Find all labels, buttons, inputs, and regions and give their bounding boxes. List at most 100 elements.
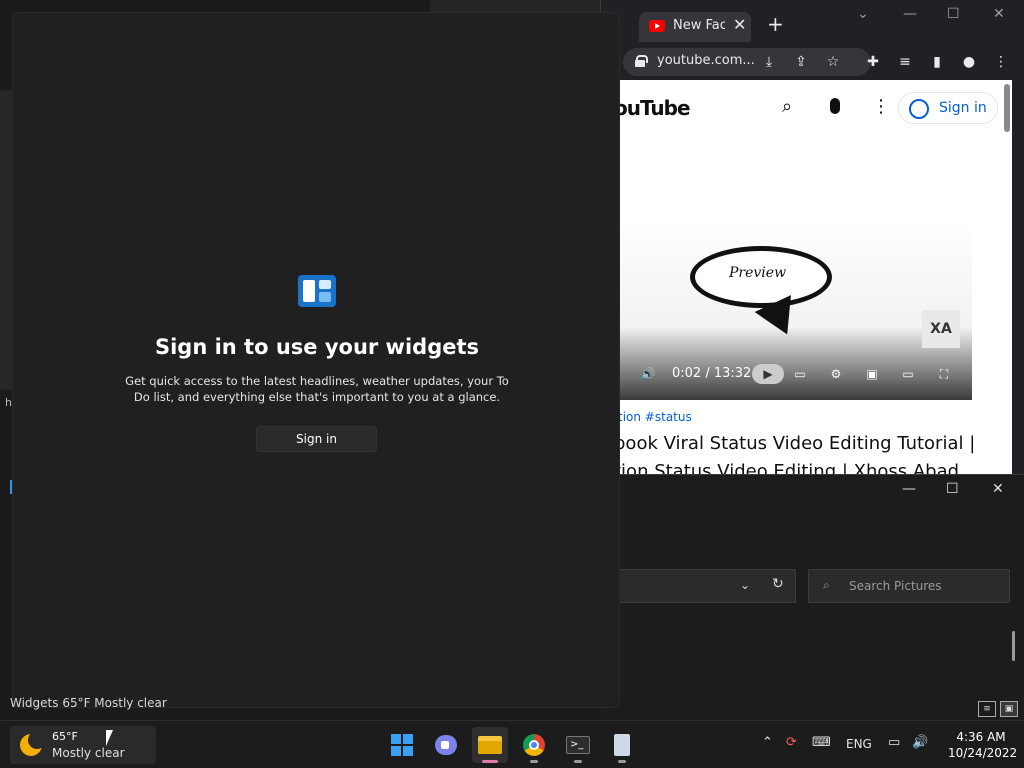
widgets-panel: Sign in to use your widgets Get quick ac…: [12, 12, 620, 708]
volume-icon[interactable]: 🔊: [912, 735, 928, 750]
explorer-scrollbar[interactable]: [1012, 631, 1015, 661]
extensions-icon[interactable]: ✚: [863, 52, 883, 72]
clock[interactable]: 4:36 AM 10/24/2022: [948, 729, 1017, 761]
chrome-tab[interactable]: New Face ✕: [639, 12, 751, 42]
video-player[interactable]: Preview XA 🔊 0:02 / 13:32 ▶ ▭ ⚙ ▣ ▭ ⛶: [620, 218, 972, 400]
widgets-tooltip: Widgets 65°F Mostly clear: [10, 696, 167, 710]
weather-condition: Mostly clear: [52, 746, 125, 760]
terminal-icon: >_: [566, 736, 590, 754]
preview-text: Preview: [729, 265, 787, 281]
widgets-icon-part: [319, 292, 331, 302]
video-hashtags[interactable]: tion #status: [620, 410, 692, 424]
share-icon[interactable]: ⇪: [791, 52, 811, 72]
tiles-view-icon[interactable]: ▣: [1000, 701, 1018, 717]
miniplayer-icon[interactable]: ▣: [862, 364, 882, 384]
chevron-down-icon[interactable]: ⌄: [740, 578, 750, 592]
new-tab-icon[interactable]: +: [767, 12, 784, 36]
explorer-maximize-icon[interactable]: ☐: [946, 481, 959, 497]
youtube-logo[interactable]: ouTube: [620, 96, 691, 120]
clock-time: 4:36 AM: [956, 730, 1006, 744]
close-icon[interactable]: ✕: [993, 6, 1005, 22]
bookmark-star-icon[interactable]: ☆: [823, 52, 843, 72]
weather-widget-button[interactable]: 65°F Mostly clear: [10, 726, 156, 764]
account-icon: [909, 99, 929, 119]
widgets-icon-part: [319, 280, 331, 289]
moon-icon: [20, 731, 46, 756]
explorer-address-bar[interactable]: ⌄ ↻: [600, 569, 796, 603]
theater-mode-icon[interactable]: ▭: [898, 364, 918, 384]
video-controls: 🔊 0:02 / 13:32 ▶ ▭ ⚙ ▣ ▭ ⛶: [620, 358, 972, 390]
page-scrollbar[interactable]: [1004, 84, 1010, 132]
notepad-icon: [614, 734, 630, 756]
video-title-line1: book Viral Status Video Editing Tutorial…: [620, 433, 976, 454]
background-window-edge: [0, 90, 12, 390]
lock-icon[interactable]: [635, 55, 648, 67]
youtube-page: ouTube ⌕ ⋮ Sign in Preview XA 🔊 0:02 / 1…: [620, 80, 1012, 474]
details-view-icon[interactable]: ≡: [978, 701, 996, 717]
windows-logo-pane: [391, 734, 401, 744]
desktop: h New Face ✕ + ⌄ — ☐ ✕ youtube.com... ⤓ …: [0, 0, 1024, 768]
network-icon[interactable]: ▭: [888, 735, 900, 750]
search-icon[interactable]: ⌕: [782, 96, 792, 117]
video-time: 0:02 / 13:32: [672, 366, 752, 381]
teams-chat-button[interactable]: [428, 727, 464, 763]
chrome-menu-icon[interactable]: ⋮: [991, 52, 1011, 72]
minimize-icon[interactable]: —: [903, 6, 917, 22]
chrome-taskbar-button[interactable]: [516, 727, 552, 763]
widgets-description: Get quick access to the latest headlines…: [125, 374, 509, 404]
start-button[interactable]: [384, 727, 420, 763]
search-icon: ⌕: [823, 578, 830, 592]
chrome-tab-title: New Face: [673, 18, 725, 33]
side-panel-icon[interactable]: ▮: [927, 52, 947, 72]
file-explorer-button[interactable]: [472, 727, 508, 763]
notepad-button[interactable]: [604, 727, 640, 763]
explorer-search-box[interactable]: ⌕ Search Pictures: [808, 569, 1010, 603]
camera-glyph: [441, 741, 449, 749]
tab-search-icon[interactable]: ⌄: [857, 6, 869, 22]
weather-temperature: 65°F: [52, 730, 78, 743]
refresh-icon[interactable]: ↻: [772, 576, 784, 592]
tab-close-icon[interactable]: ✕: [733, 15, 746, 34]
widgets-title: Sign in to use your widgets: [154, 335, 480, 359]
explorer-close-icon[interactable]: ✕: [992, 481, 1004, 497]
video-title: book Viral Status Video Editing Tutorial…: [620, 430, 975, 474]
file-explorer-window: — ☐ ✕ ⌄ ↻ ⌕ Search Pictures ≡ ▣: [600, 474, 1024, 720]
language-indicator[interactable]: ENG: [846, 737, 872, 751]
keyboard-icon[interactable]: ⌨: [812, 735, 831, 750]
show-hidden-icons-icon[interactable]: ⌃: [762, 735, 773, 750]
running-indicator: [574, 760, 582, 763]
sync-icon[interactable]: ⟳: [786, 735, 797, 750]
widgets-icon-part: [303, 280, 315, 302]
maximize-icon[interactable]: ☐: [947, 6, 960, 22]
chrome-tab-bar: New Face ✕ + ⌄ — ☐ ✕: [601, 0, 1024, 46]
more-options-icon[interactable]: ⋮: [872, 96, 890, 117]
install-icon[interactable]: ⤓: [759, 52, 779, 72]
autoplay-toggle[interactable]: ▶: [752, 364, 784, 384]
explorer-minimize-icon[interactable]: —: [902, 481, 916, 497]
mouse-cursor: [106, 730, 113, 746]
translate-icon[interactable]: XA: [922, 310, 960, 348]
profile-icon[interactable]: ●: [959, 52, 979, 72]
youtube-signin-label: Sign in: [939, 100, 987, 116]
preview-speech-bubble: Preview: [690, 246, 832, 308]
windows-logo-pane: [391, 746, 401, 756]
address-url: youtube.com...: [657, 53, 755, 68]
chrome-icon-center: [529, 740, 539, 750]
youtube-signin-button[interactable]: Sign in: [898, 92, 998, 124]
folder-icon-front: [478, 741, 502, 754]
microphone-icon[interactable]: [830, 98, 840, 114]
explorer-search-placeholder: Search Pictures: [849, 579, 942, 593]
running-indicator: [618, 760, 626, 763]
active-indicator: [482, 760, 498, 763]
background-letter: h: [5, 396, 12, 409]
widgets-signin-button[interactable]: Sign in: [256, 426, 377, 452]
fullscreen-icon[interactable]: ⛶: [934, 364, 954, 384]
terminal-button[interactable]: >_: [560, 727, 596, 763]
subtitles-icon[interactable]: ▭: [790, 364, 810, 384]
youtube-favicon-icon: [649, 20, 665, 32]
windows-logo-pane: [403, 746, 413, 756]
media-control-icon[interactable]: ≡: [895, 52, 915, 72]
settings-gear-icon[interactable]: ⚙: [826, 364, 846, 384]
volume-icon[interactable]: 🔊: [638, 364, 658, 384]
windows-logo-icon: [391, 734, 413, 756]
